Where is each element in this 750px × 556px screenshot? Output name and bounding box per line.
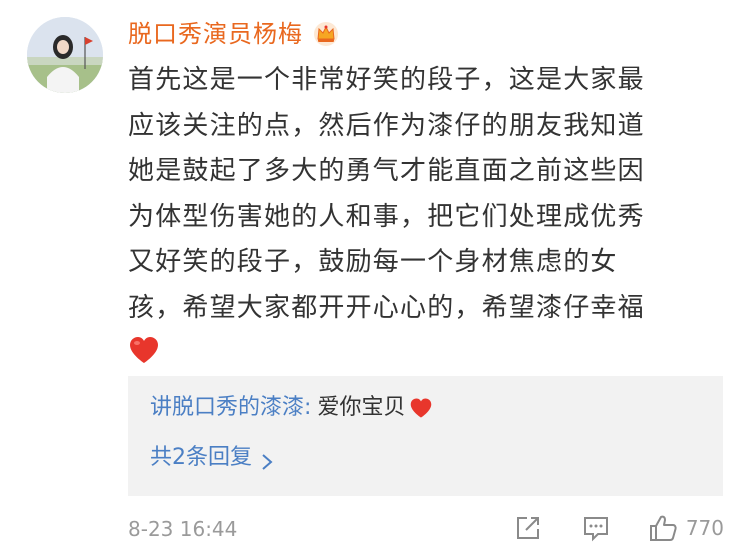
red-heart-icon xyxy=(409,397,433,419)
comment-icon[interactable] xyxy=(582,514,610,542)
comment-body: 首先这是一个非常好笑的段子，这是大家最 应该关注的点，然后作为漆仔的朋友我知道 … xyxy=(128,58,728,365)
chevron-right-icon xyxy=(260,449,274,470)
reply-text: 爱你宝贝 xyxy=(317,395,406,420)
comment-timestamp: 8-23 16:44 xyxy=(128,517,238,541)
comment-line: 她是鼓起了多大的勇气才能直面之前这些因 xyxy=(128,156,645,186)
comment-line: 孩，希望大家都开开心心的，希望漆仔幸福 xyxy=(128,292,645,323)
reply-box[interactable]: 讲脱口秀的漆漆 : 爱你宝贝 共2条回复 xyxy=(128,376,723,496)
more-replies-label[interactable]: 共2条回复 xyxy=(150,442,252,474)
reply-item[interactable]: 讲脱口秀的漆漆 : 爱你宝贝 xyxy=(150,392,433,424)
comment-actions: 770 xyxy=(514,510,724,546)
username-link[interactable]: 脱口秀演员杨梅 xyxy=(128,14,303,54)
comment-line: 又好笑的段子，鼓励每一个身材焦虑的女 xyxy=(128,247,618,277)
like-count: 770 xyxy=(685,516,724,540)
comment-header: 脱口秀演员杨梅 xyxy=(128,14,341,54)
comment-line: 为体型伤害她的人和事，把它们处理成优秀 xyxy=(128,201,645,232)
red-heart-icon xyxy=(128,335,160,365)
user-avatar[interactable] xyxy=(27,17,103,93)
view-more-replies-link[interactable]: 共2条回复 xyxy=(150,442,274,474)
reply-colon: : xyxy=(304,395,312,420)
comment-line: 应该关注的点，然后作为漆仔的朋友我知道 xyxy=(128,110,645,141)
like-button[interactable]: 770 xyxy=(648,513,724,543)
crown-badge-icon[interactable] xyxy=(311,19,341,49)
comment-line: 首先这是一个非常好笑的段子，这是大家最 xyxy=(128,65,645,95)
thumbs-up-icon[interactable] xyxy=(648,513,678,543)
share-icon[interactable] xyxy=(514,514,542,542)
reply-author-link[interactable]: 讲脱口秀的漆漆 xyxy=(150,392,304,424)
